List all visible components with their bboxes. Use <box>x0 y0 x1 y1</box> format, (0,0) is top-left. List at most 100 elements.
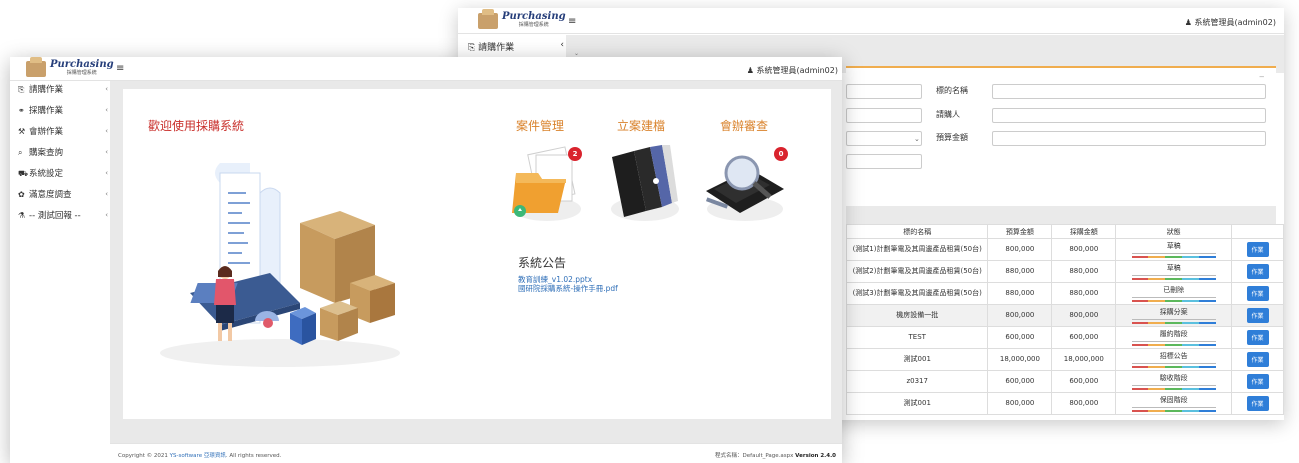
copyright-prefix: Copyright © 2021 <box>118 453 170 459</box>
table-row[interactable]: 測試001 800,000 800,000 保固階段 作業 <box>845 392 1284 415</box>
cell-status: 履約階段 <box>1115 326 1233 349</box>
work-button[interactable]: 作業 <box>1246 286 1269 301</box>
work-button[interactable]: 作業 <box>1246 264 1269 279</box>
back-sidebar-item-requisition[interactable]: ⎘ 請購作業 ‹ <box>468 40 564 53</box>
user-name: 系統管理員(admin02) <box>1194 18 1277 27</box>
status-label: 保固階段 <box>1131 396 1216 408</box>
cell-status: 草稿 <box>1115 238 1233 261</box>
sidebar-item-2[interactable]: ⚒ 會辦作業 ‹ <box>18 125 108 137</box>
table-row[interactable]: (測試1)計劃筆電及其周邊產品租賃(50台) 800,000 800,000 草稿 作業 <box>845 238 1284 261</box>
sidebar-item-1[interactable]: ⚭ 採購作業 ‹ <box>18 104 108 116</box>
cell-action: 作業 <box>1231 260 1284 283</box>
brand-subtitle: 採購管理系統 <box>66 70 97 76</box>
office-illustration <box>160 163 400 367</box>
menu-toggle-icon[interactable]: ≡ <box>116 63 124 74</box>
work-button[interactable]: 作業 <box>1246 330 1269 345</box>
back-sidebar-label: 請購作業 <box>478 43 515 53</box>
status-progress <box>1131 321 1216 324</box>
notice-title: 系統公告 <box>518 256 567 270</box>
sidebar-item-label: 購案查詢 <box>29 148 64 158</box>
handshake-icon: ⚭ <box>18 106 25 115</box>
cell-item-name: 測試001 <box>845 348 989 371</box>
work-button[interactable]: 作業 <box>1246 352 1269 367</box>
table-row[interactable]: z0317 600,000 600,000 驗收階段 作業 <box>845 370 1284 393</box>
topbar: Purchasing 採購管理系統 ≡ ♟ 系統管理員(admin02) <box>10 57 842 81</box>
sidebar-item-6[interactable]: ⚗ -- 測試回報 -- ‹ <box>18 209 108 221</box>
module-case-management-title[interactable]: 案件管理 <box>516 117 564 134</box>
notice-link-manual[interactable]: 國研院採購系統-操作手冊.pdf <box>518 283 618 294</box>
cell-budget: 600,000 <box>987 326 1053 349</box>
table-header-row: 標的名稱 預算金額 採購金額 狀態 <box>845 224 1284 239</box>
cell-status: 採購分案 <box>1115 304 1233 327</box>
cell-action: 作業 <box>1231 348 1284 371</box>
collapse-icon[interactable]: – <box>1260 72 1264 81</box>
chevron-left-icon: ‹ <box>560 40 564 50</box>
user-menu[interactable]: ♟ 系統管理員(admin02) <box>747 65 838 76</box>
chevron-left-icon: ‹ <box>105 106 108 114</box>
work-button[interactable]: 作業 <box>1246 396 1269 411</box>
filter-select-3[interactable] <box>846 131 922 146</box>
status-label: 草稿 <box>1131 264 1216 276</box>
sidebar-item-4[interactable]: ⛟系統設定 ‹ <box>18 167 108 179</box>
company-link[interactable]: YS-software 亞璟資訊 <box>170 453 226 459</box>
cell-status: 保固階段 <box>1115 392 1233 415</box>
chevron-left-icon: ‹ <box>105 169 108 177</box>
status-progress <box>1131 299 1216 302</box>
sidebar-item-3[interactable]: ⌕ 購案查詢 ‹ <box>18 146 108 158</box>
footer: Copyright © 2021 YS-software 亞璟資訊. All r… <box>110 443 842 463</box>
work-button[interactable]: 作業 <box>1246 308 1269 323</box>
cell-purchase: 880,000 <box>1051 260 1117 283</box>
cell-action: 作業 <box>1231 282 1284 305</box>
sidebar-item-label: 請購作業 <box>29 85 64 95</box>
col-header-status: 狀態 <box>1115 224 1233 239</box>
filter-select-1[interactable] <box>846 84 922 99</box>
sidebar-item-label: 滿意度調查 <box>29 190 72 200</box>
chevron-left-icon: ‹ <box>105 148 108 156</box>
filter-input-4[interactable] <box>846 154 922 169</box>
table-row[interactable]: 機房設備一批 800,000 800,000 採購分案 作業 <box>845 304 1284 327</box>
col-header-purchase: 採購金額 <box>1051 224 1117 239</box>
table-row[interactable]: 測試001 18,000,000 18,000,000 招標公告 作業 <box>845 348 1284 371</box>
cell-purchase: 880,000 <box>1051 282 1117 305</box>
sidebar <box>10 81 110 463</box>
status-label: 驗收階段 <box>1131 374 1216 386</box>
select-arrow-icon: ⌄ <box>914 136 920 143</box>
label-requester: 請購人 <box>936 110 960 119</box>
cell-budget: 18,000,000 <box>987 348 1053 371</box>
gear-icon: ✿ <box>18 190 25 199</box>
caret-down-icon: ⌄ <box>574 51 580 57</box>
cell-action: 作業 <box>1231 370 1284 393</box>
clipboard-icon: ⎘ <box>468 43 476 53</box>
stage: Purchasing 採購管理系統 ≡ ♟ 系統管理員(admin02) ⎘ 請購… <box>0 0 1299 463</box>
back-topbar: Purchasing 採購管理系統 ≡ ♟ 系統管理員(admin02) <box>458 8 1284 34</box>
menu-toggle-icon[interactable]: ≡ <box>568 16 576 27</box>
brand-subtitle: 採購管理系統 <box>518 22 549 28</box>
version: Version 2.4.0 <box>795 453 836 459</box>
module-filing-title[interactable]: 立案建檔 <box>617 117 665 134</box>
cell-budget: 600,000 <box>987 370 1053 393</box>
table-row[interactable]: TEST 600,000 600,000 履約階段 作業 <box>845 326 1284 349</box>
work-button[interactable]: 作業 <box>1246 374 1269 389</box>
sidebar-item-5[interactable]: ✿ 滿意度調查 ‹ <box>18 188 108 200</box>
sidebar-item-label: 會辦作業 <box>29 127 64 137</box>
budget-input[interactable] <box>992 131 1266 146</box>
back-logo[interactable]: Purchasing 採購管理系統 <box>478 8 566 29</box>
col-header-action <box>1231 224 1284 239</box>
user-icon: ♟ <box>746 66 754 75</box>
module-review-title[interactable]: 會辦審查 <box>720 117 768 134</box>
sidebar-item-label: -- 測試回報 -- <box>29 211 81 221</box>
item-name-input[interactable] <box>992 84 1266 99</box>
table-row[interactable]: (測試3)計劃筆電及其周邊產品租賃(50台) 880,000 880,000 已刪除作… <box>845 282 1284 305</box>
binders-icon[interactable] <box>606 143 684 223</box>
table-row[interactable]: (測試2)計劃筆電及其周邊產品租賃(50台) 880,000 880,000 草稿 作業 <box>845 260 1284 283</box>
filter-input-2[interactable] <box>846 108 922 123</box>
cell-status: 草稿 <box>1115 260 1233 283</box>
cell-budget: 880,000 <box>987 260 1053 283</box>
chevron-left-icon: ‹ <box>105 127 108 135</box>
logo[interactable]: Purchasing 採購管理系統 <box>26 57 114 77</box>
work-button[interactable]: 作業 <box>1246 242 1269 257</box>
user-menu[interactable]: ♟ 系統管理員(admin02) <box>1185 17 1276 28</box>
sidebar-item-0[interactable]: ⎘ 請購作業 ‹ <box>18 83 108 95</box>
requester-input[interactable] <box>992 108 1266 123</box>
case-count-badge: 2 <box>568 147 582 161</box>
